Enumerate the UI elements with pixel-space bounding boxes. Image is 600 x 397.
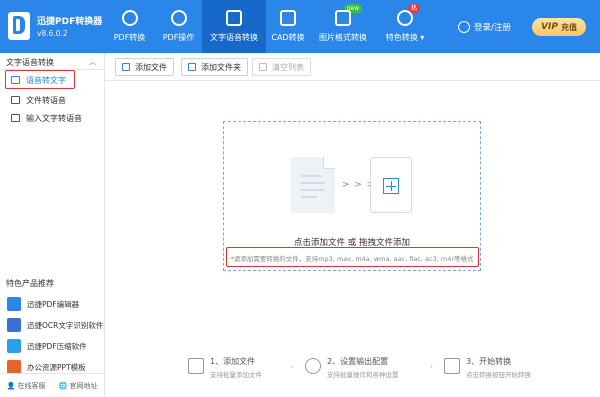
recommend-item-pdf-compress[interactable]: 迅捷PDF压缩软件 [0, 336, 104, 356]
audio-wave-icon [226, 10, 242, 26]
sidebar-item-text-input-to-speech[interactable]: 输入文字转语音 [0, 109, 104, 127]
add-file-step-icon [188, 358, 204, 374]
image-icon [335, 10, 351, 26]
step-desc: 支持批量操作和各种设置 [327, 371, 399, 379]
sidebar-item-label: 输入文字转语音 [26, 113, 82, 123]
step-start-convert: 3、开始转换 点击转换按钮开始转换 [444, 356, 531, 379]
user-icon [458, 21, 470, 33]
collapse-icon[interactable]: ︿ [89, 57, 96, 67]
vip-label: 充值 [560, 22, 577, 32]
step-arrow-icon: › [290, 362, 294, 371]
sidebar-item-label: 文件转语音 [26, 95, 66, 105]
highlight-box [5, 70, 75, 89]
website-label: 官网地址 [69, 381, 98, 390]
add-file-icon [122, 63, 130, 71]
add-folder-icon [188, 63, 196, 71]
tab-label: 特色转换 ▾ [385, 33, 425, 42]
recommend-label: 迅捷OCR文字识别软件 [27, 320, 104, 330]
tab-label: PDF转换 [113, 33, 146, 42]
pdf-operate-icon [170, 10, 187, 26]
recommend-label: 迅捷PDF压缩软件 [27, 341, 87, 351]
app-name: 迅捷PDF转换器 [37, 17, 103, 27]
online-service-label: 在线客服 [17, 381, 46, 390]
tab-text-speech[interactable]: 文字语音转换 [202, 0, 266, 53]
sidebar: 文字语音转换 ︿ 语音转文字 文件转语音 输入文字转语音 特色产品推荐 迅捷PD… [0, 53, 105, 397]
cad-icon [280, 10, 296, 26]
step-title: 3、开始转换 [466, 357, 512, 366]
text-input-icon [11, 114, 20, 122]
login-button[interactable]: 登录/注册 [458, 21, 511, 33]
trash-icon [259, 63, 267, 71]
hint-highlight-box [226, 247, 479, 267]
step-desc: 支持批量添加文件 [210, 371, 262, 379]
vip-recharge-button[interactable]: VIP 充值 [532, 18, 586, 36]
tab-label: CAD转换 [271, 33, 305, 42]
clear-list-button[interactable]: 清空列表 [252, 58, 311, 76]
step-settings: 2、设置输出配置 支持批量操作和各种设置 [305, 356, 399, 379]
app-logo-icon [8, 12, 30, 40]
recommend-label: 迅捷PDF编辑器 [27, 299, 80, 309]
add-file-button[interactable]: 添加文件 [115, 58, 174, 76]
vip-tag: VIP [541, 22, 558, 32]
plus-icon [383, 178, 399, 194]
settings-step-icon [305, 358, 321, 374]
step-add-file: 1、添加文件 支持批量添加文件 [188, 356, 262, 379]
start-step-icon [444, 358, 460, 374]
document-illustration-icon [291, 157, 335, 213]
tab-label: 文字语音转换 [210, 33, 258, 42]
add-folder-button[interactable]: 添加文件夹 [181, 58, 248, 76]
tab-special-convert[interactable]: 热 特色转换 ▾ [376, 0, 434, 53]
tab-label: PDF操作 [162, 33, 195, 42]
step-title: 2、设置输出配置 [327, 357, 389, 366]
clear-list-label: 清空列表 [272, 62, 304, 72]
sidebar-title: 文字语音转换 [6, 58, 54, 67]
app-header: 迅捷PDF转换器 v8.6.0.2 PDF转换 PDF操作 文字语音转换 CAD… [0, 0, 600, 53]
step-arrow-icon: › [430, 362, 434, 371]
step-title: 1、添加文件 [210, 357, 256, 366]
add-folder-label: 添加文件夹 [201, 62, 241, 72]
sidebar-footer: 👤 在线客服 🌐 官网地址 [0, 373, 104, 397]
document-icon [11, 96, 20, 104]
app-version: v8.6.0.2 [37, 29, 68, 38]
ocr-icon [7, 318, 21, 332]
online-service-link[interactable]: 👤 在线客服 [7, 381, 46, 391]
tab-pdf-operate[interactable]: PDF操作 [155, 0, 202, 53]
add-file-box[interactable] [370, 157, 412, 213]
tab-cad-convert[interactable]: CAD转换 [266, 0, 310, 53]
tab-label: 图片格式转换 [319, 33, 367, 42]
website-link[interactable]: 🌐 官网地址 [59, 381, 98, 391]
recommend-label: 办公资源PPT模板 [27, 362, 86, 372]
main-nav: PDF转换 PDF操作 文字语音转换 CAD转换 new 图片格式转换 热 特色… [104, 0, 434, 53]
recommend-title: 特色产品推荐 [6, 279, 54, 288]
pdf-compress-icon [7, 339, 21, 353]
tab-image-convert[interactable]: new 图片格式转换 [310, 0, 376, 53]
pdf-convert-icon [121, 10, 138, 26]
toolbar: 添加文件 添加文件夹 清空列表 [105, 53, 600, 81]
add-file-label: 添加文件 [135, 62, 167, 72]
special-icon [397, 10, 413, 26]
login-label: 登录/注册 [474, 23, 511, 33]
recommend-item-pdf-editor[interactable]: 迅捷PDF编辑器 [0, 294, 104, 314]
recommend-item-ocr[interactable]: 迅捷OCR文字识别软件 [0, 315, 104, 335]
sidebar-item-file-to-speech[interactable]: 文件转语音 [0, 91, 104, 109]
pdf-editor-icon [7, 297, 21, 311]
tab-pdf-convert[interactable]: PDF转换 [104, 0, 155, 53]
ppt-icon [7, 360, 21, 374]
step-desc: 点击转换按钮开始转换 [466, 371, 531, 379]
